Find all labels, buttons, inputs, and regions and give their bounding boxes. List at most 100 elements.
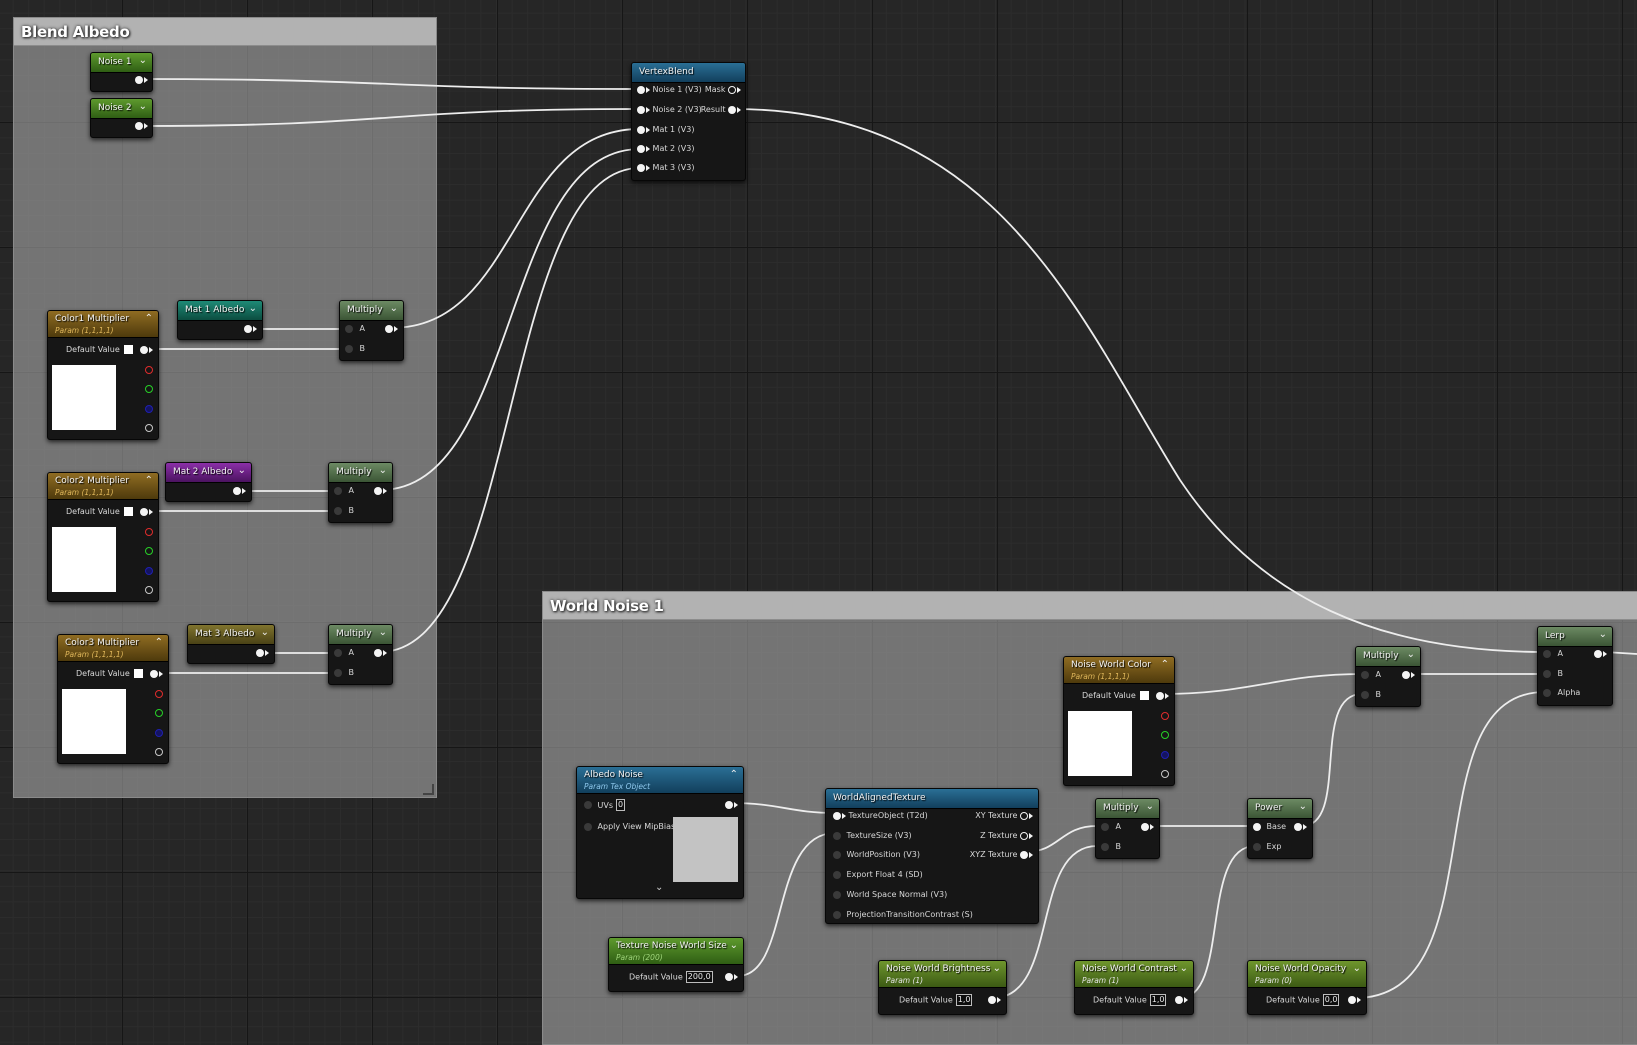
input-pin[interactable] xyxy=(833,890,841,899)
collapse-icon[interactable]: ⌃ xyxy=(155,637,163,648)
chevron-down-icon[interactable]: ⌄ xyxy=(139,101,147,112)
node-noise-1[interactable]: Noise 1 ⌄ xyxy=(90,52,153,92)
node-vertexblend[interactable]: VertexBlend Noise 1 (V3) Noise 2 (V3) Ma… xyxy=(631,62,746,181)
node-color3-multiplier[interactable]: Color3 Multiplier Param (1,1,1,1) ⌃ Defaul… xyxy=(57,634,169,764)
node-albedo-noise[interactable]: Albedo Noise Param Tex Object ⌃ UVs 0 Apply… xyxy=(576,766,744,899)
output-pin[interactable] xyxy=(256,648,264,657)
output-pin[interactable] xyxy=(233,486,241,495)
output-rgb-pin[interactable] xyxy=(140,507,148,516)
node-noise-world-brightness[interactable]: Noise World Brightness Param (1) ⌄ Default… xyxy=(878,960,1007,1015)
node-multiply-5[interactable]: Multiply ⌄ A B xyxy=(1355,646,1421,707)
output-blue-pin[interactable] xyxy=(145,404,153,413)
input-pin-exp[interactable] xyxy=(1253,842,1261,851)
output-alpha-pin[interactable] xyxy=(145,585,153,594)
output-pin[interactable] xyxy=(1020,831,1028,840)
input-pin-b[interactable] xyxy=(1543,669,1551,678)
resize-grip[interactable] xyxy=(423,784,434,795)
input-pin-base[interactable] xyxy=(1253,822,1261,831)
output-pin[interactable] xyxy=(728,105,736,114)
output-pin[interactable] xyxy=(1141,822,1149,831)
default-value-field[interactable]: 1,0 xyxy=(955,994,973,1006)
chevron-down-icon[interactable]: ⌄ xyxy=(1599,629,1607,640)
output-pin[interactable] xyxy=(1020,850,1028,859)
output-pin[interactable] xyxy=(1294,822,1302,831)
node-multiply-4[interactable]: Multiply ⌄ A B xyxy=(1095,798,1160,859)
color-swatch-button[interactable] xyxy=(1139,691,1149,700)
output-rgb-pin[interactable] xyxy=(1156,691,1164,700)
node-power[interactable]: Power ⌄ Base Exp xyxy=(1247,798,1313,859)
output-alpha-pin[interactable] xyxy=(155,747,163,756)
input-pin[interactable] xyxy=(637,125,645,134)
node-lerp[interactable]: Lerp ⌄ A B Alpha xyxy=(1537,626,1613,706)
input-pin-b[interactable] xyxy=(345,344,353,353)
color-swatch-button[interactable] xyxy=(123,507,133,516)
chevron-down-icon[interactable]: ⌄ xyxy=(993,963,1001,974)
output-pin[interactable] xyxy=(725,800,733,809)
input-pin[interactable] xyxy=(833,831,841,840)
chevron-down-icon[interactable]: ⌄ xyxy=(1146,801,1154,812)
node-noise-world-color[interactable]: Noise World Color Param (1,1,1,1) ⌃ Defaul… xyxy=(1063,656,1175,786)
comment-title[interactable]: World Noise 1 xyxy=(543,592,1637,620)
chevron-down-icon[interactable]: ⌄ xyxy=(1299,801,1307,812)
input-pin[interactable] xyxy=(637,163,645,172)
input-pin[interactable] xyxy=(833,850,841,859)
chevron-down-icon[interactable]: ⌄ xyxy=(1180,963,1188,974)
output-blue-pin[interactable] xyxy=(145,566,153,575)
chevron-down-icon[interactable]: ⌄ xyxy=(261,627,269,638)
chevron-down-icon[interactable]: ⌄ xyxy=(139,55,147,66)
chevron-down-icon[interactable]: ⌄ xyxy=(730,940,738,951)
output-pin[interactable] xyxy=(374,486,382,495)
output-pin[interactable] xyxy=(728,85,736,94)
input-pin-alpha[interactable] xyxy=(1543,688,1551,697)
output-green-pin[interactable] xyxy=(155,708,163,717)
uvs-value-field[interactable]: 0 xyxy=(616,799,626,811)
output-rgb-pin[interactable] xyxy=(150,669,158,678)
input-pin-b[interactable] xyxy=(1101,842,1109,851)
node-color1-multiplier[interactable]: Color1 Multiplier Param (1,1,1,1) ⌃ Defaul… xyxy=(47,310,159,440)
output-pin[interactable] xyxy=(135,121,143,130)
output-blue-pin[interactable] xyxy=(155,728,163,737)
node-multiply-2[interactable]: Multiply ⌄ A B xyxy=(328,462,393,523)
input-pin-b[interactable] xyxy=(334,506,342,515)
output-pin[interactable] xyxy=(135,75,143,84)
input-pin[interactable] xyxy=(637,105,645,114)
node-texture-noise-world-size[interactable]: Texture Noise World Size Param (200) ⌄ Def… xyxy=(608,937,744,992)
output-pin[interactable] xyxy=(1594,649,1602,658)
collapse-icon[interactable]: ⌃ xyxy=(145,475,153,486)
output-pin[interactable] xyxy=(1175,995,1183,1004)
input-pin-a[interactable] xyxy=(334,648,342,657)
default-value-field[interactable]: 1,0 xyxy=(1149,994,1167,1006)
node-color2-multiplier[interactable]: Color2 Multiplier Param (1,1,1,1) ⌃ Defaul… xyxy=(47,472,159,602)
chevron-down-icon[interactable]: ⌄ xyxy=(379,465,387,476)
input-pin[interactable] xyxy=(637,85,645,94)
output-green-pin[interactable] xyxy=(145,384,153,393)
default-value-field[interactable]: 0,0 xyxy=(1322,994,1340,1006)
collapse-icon[interactable]: ⌃ xyxy=(1161,659,1169,670)
node-noise-2[interactable]: Noise 2 ⌄ xyxy=(90,98,153,138)
output-pin[interactable] xyxy=(1020,811,1028,820)
node-mat-1-albedo[interactable]: Mat 1 Albedo ⌄ xyxy=(177,300,263,340)
output-alpha-pin[interactable] xyxy=(145,423,153,432)
collapse-icon[interactable]: ⌃ xyxy=(730,769,738,780)
output-red-pin[interactable] xyxy=(155,689,163,698)
input-pin-a[interactable] xyxy=(1543,649,1551,658)
chevron-down-icon[interactable]: ⌄ xyxy=(379,627,387,638)
color-swatch-button[interactable] xyxy=(133,669,143,678)
collapse-icon[interactable]: ⌃ xyxy=(145,313,153,324)
material-graph-canvas[interactable]: Blend Albedo World Noise 1 Noise 1 ⌄ Noi… xyxy=(0,0,1637,1045)
node-world-aligned-texture[interactable]: WorldAlignedTexture TextureObject (T2d) … xyxy=(825,788,1039,924)
expand-chevron-icon[interactable]: ⌄ xyxy=(655,882,663,894)
input-pin-uvs[interactable] xyxy=(584,801,592,809)
input-pin[interactable] xyxy=(637,144,645,153)
input-pin[interactable] xyxy=(833,910,841,919)
default-value-field[interactable]: 200,0 xyxy=(685,971,713,983)
input-pin-a[interactable] xyxy=(334,486,342,495)
input-pin-a[interactable] xyxy=(1101,822,1109,831)
output-red-pin[interactable] xyxy=(145,365,153,374)
chevron-down-icon[interactable]: ⌄ xyxy=(1353,963,1361,974)
output-pin[interactable] xyxy=(1402,670,1410,679)
comment-title[interactable]: Blend Albedo xyxy=(14,18,436,46)
color-swatch-button[interactable] xyxy=(123,345,133,354)
output-pin[interactable] xyxy=(374,648,382,657)
output-pin[interactable] xyxy=(1348,995,1356,1004)
